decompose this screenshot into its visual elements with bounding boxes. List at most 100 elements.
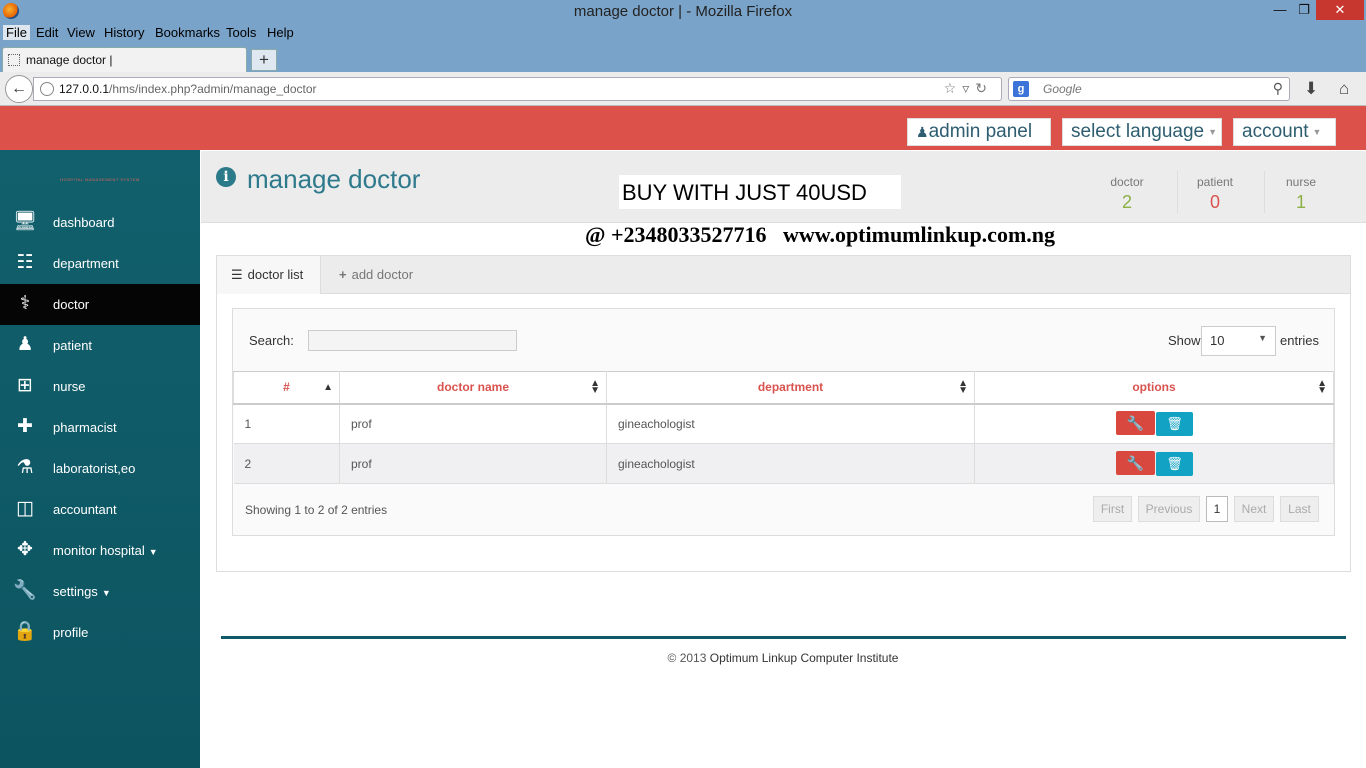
pagination-previous[interactable]: Previous: [1138, 496, 1200, 522]
sidebar-item-patient[interactable]: ♟ patient: [0, 325, 200, 366]
sidebar-item-settings[interactable]: 🔧 settings ▼: [0, 571, 200, 612]
datatable-wrapper: Search: Show 10 ▼ entries # ▲ doctor name ▲…: [232, 308, 1335, 536]
maximize-button[interactable]: ❐: [1292, 0, 1316, 20]
back-button[interactable]: ←: [5, 75, 33, 103]
sidebar-item-laboratorist[interactable]: ⚗ laboratorist,eo: [0, 448, 200, 489]
sidebar-item-accountant[interactable]: ◫ accountant: [0, 489, 200, 530]
menu-help[interactable]: Help: [264, 25, 297, 40]
entries-label: entries: [1280, 333, 1320, 348]
pagination-last[interactable]: Last: [1280, 496, 1319, 522]
cell-doctor-name: prof: [339, 403, 607, 444]
select-language-dropdown[interactable]: select language ▼: [1062, 118, 1222, 146]
footer-company-link[interactable]: Optimum Linkup Computer Institute: [710, 651, 899, 665]
browser-navbar: 127.0.0.1/hms/index.php?admin/manage_doc…: [0, 72, 1366, 106]
stat-patient: patient 0: [1196, 175, 1234, 212]
edit-button[interactable]: 🔧: [1116, 411, 1155, 436]
page-favicon-icon: [8, 54, 20, 66]
bookmark-star-icon[interactable]: ☆: [944, 80, 963, 96]
page-length-select[interactable]: 10 ▼: [1201, 326, 1276, 356]
panel-tabs: ☰ doctor list + add doctor: [217, 256, 1350, 294]
menu-bookmarks[interactable]: Bookmarks: [152, 25, 223, 40]
sidebar-item-dashboard[interactable]: 🖥 dashboard: [0, 202, 200, 243]
cell-department: gineachologist: [606, 403, 975, 444]
table-header-row: # ▲ doctor name ▲ ▼ department ▲ ▼ options ▲ ▼: [233, 371, 1334, 405]
close-window-button[interactable]: ✕: [1316, 0, 1364, 20]
column-header-number[interactable]: # ▲: [233, 371, 340, 405]
trash-icon: 🗑: [1166, 416, 1183, 432]
caret-down-icon: ▼: [1312, 127, 1322, 137]
sidebar-item-department[interactable]: ☷ department: [0, 243, 200, 284]
menu-view[interactable]: View: [64, 25, 98, 40]
promo-contact: @ +2348033527716 www.optimumlinkup.com.n…: [585, 222, 1056, 247]
tab-add-doctor[interactable]: + add doctor: [339, 256, 413, 294]
stat-divider: [1177, 171, 1178, 213]
pagination-first[interactable]: First: [1093, 496, 1132, 522]
show-label: Show: [1168, 333, 1201, 348]
sidebar-item-nurse[interactable]: ⊞ nurse: [0, 366, 200, 407]
sort-icon: ▲ ▼: [958, 378, 968, 396]
stat-nurse: nurse 1: [1285, 175, 1317, 212]
column-header-department[interactable]: department ▲ ▼: [606, 371, 975, 405]
sort-asc-icon: ▲: [323, 382, 333, 393]
sidebar-item-pharmacist[interactable]: ✚ pharmacist: [0, 407, 200, 448]
cell-options: 🔧 🗑: [974, 443, 1334, 484]
doctor-icon: ⚕: [19, 293, 31, 314]
pagination-page-1[interactable]: 1: [1206, 496, 1228, 522]
column-header-doctor-name[interactable]: doctor name ▲ ▼: [339, 371, 607, 405]
caret-down-icon: ▼: [101, 588, 111, 598]
list-icon: ☰: [231, 267, 243, 282]
chevron-down-icon: ▼: [1258, 333, 1267, 343]
url-actions[interactable]: ☆▿↻: [944, 80, 993, 97]
url-text: 127.0.0.1/hms/index.php?admin/manage_doc…: [59, 82, 317, 96]
medkit-icon: ✚: [17, 416, 33, 437]
wrench-icon: 🔧: [1126, 455, 1145, 471]
reload-icon[interactable]: ↻: [975, 80, 993, 96]
sidebar-item-profile[interactable]: 🔒 profile: [0, 612, 200, 653]
edit-button[interactable]: 🔧: [1116, 451, 1155, 475]
caret-down-icon: ▼: [148, 547, 158, 557]
table-row: 2 prof gineachologist 🔧 🗑: [233, 443, 1334, 484]
home-icon[interactable]: ⌂: [1339, 79, 1349, 99]
download-icon[interactable]: ⬇: [1304, 79, 1318, 99]
menu-edit[interactable]: Edit: [33, 25, 61, 40]
menu-history[interactable]: History: [101, 25, 147, 40]
browser-menubar: File Edit View History Bookmarks Tools H…: [0, 23, 1366, 44]
google-icon[interactable]: g: [1013, 81, 1029, 97]
footer-copyright: © 2013 Optimum Linkup Computer Institute: [667, 651, 899, 665]
new-tab-button[interactable]: +: [251, 49, 277, 71]
pagination-next[interactable]: Next: [1234, 496, 1274, 522]
search-icon[interactable]: ⚲: [1273, 80, 1283, 97]
browser-tab[interactable]: manage doctor |: [2, 47, 247, 73]
cell-number: 1: [233, 403, 340, 444]
admin-panel-button[interactable]: ♟admin panel: [907, 118, 1051, 146]
search-bar[interactable]: g Google ⚲: [1008, 77, 1290, 101]
account-dropdown[interactable]: account ▼: [1233, 118, 1336, 146]
menu-file[interactable]: File: [3, 25, 30, 40]
move-icon: ✥: [17, 539, 33, 560]
sidebar-item-doctor[interactable]: ⚕ doctor: [0, 284, 200, 325]
delete-button[interactable]: 🗑: [1156, 412, 1193, 437]
info-icon: i: [216, 167, 236, 187]
globe-icon: [40, 82, 54, 96]
plus-icon: +: [339, 267, 347, 282]
column-header-options[interactable]: options ▲ ▼: [974, 371, 1334, 405]
menu-tools[interactable]: Tools: [223, 25, 259, 40]
caret-down-icon: ▼: [1208, 127, 1218, 137]
sitemap-icon: ☷: [16, 252, 34, 273]
lock-icon: 🔒: [13, 621, 37, 642]
tab-doctor-list[interactable]: ☰ doctor list: [217, 256, 321, 294]
table-info: Showing 1 to 2 of 2 entries: [245, 503, 388, 517]
doctor-table: # ▲ doctor name ▲ ▼ department ▲ ▼ options ▲ ▼ …: [233, 371, 1334, 484]
delete-button[interactable]: 🗑: [1156, 452, 1193, 476]
history-dropdown-icon[interactable]: ▿: [962, 80, 975, 96]
app-header: ♟admin panel select language ▼ account ▼: [0, 106, 1366, 150]
sidebar-item-monitor-hospital[interactable]: ✥ monitor hospital ▼: [0, 530, 200, 571]
search-label: Search:: [249, 333, 294, 348]
wrench-icon: 🔧: [13, 580, 37, 601]
page-header: i manage doctor BUY WITH JUST 40USD doct…: [201, 151, 1366, 223]
tab-title: manage doctor |: [26, 53, 113, 67]
doctor-panel: ☰ doctor list + add doctor Search: Show 10…: [216, 255, 1351, 572]
address-bar[interactable]: 127.0.0.1/hms/index.php?admin/manage_doc…: [33, 77, 1002, 101]
minimize-button[interactable]: —: [1268, 0, 1292, 20]
table-search-input[interactable]: [308, 330, 517, 351]
